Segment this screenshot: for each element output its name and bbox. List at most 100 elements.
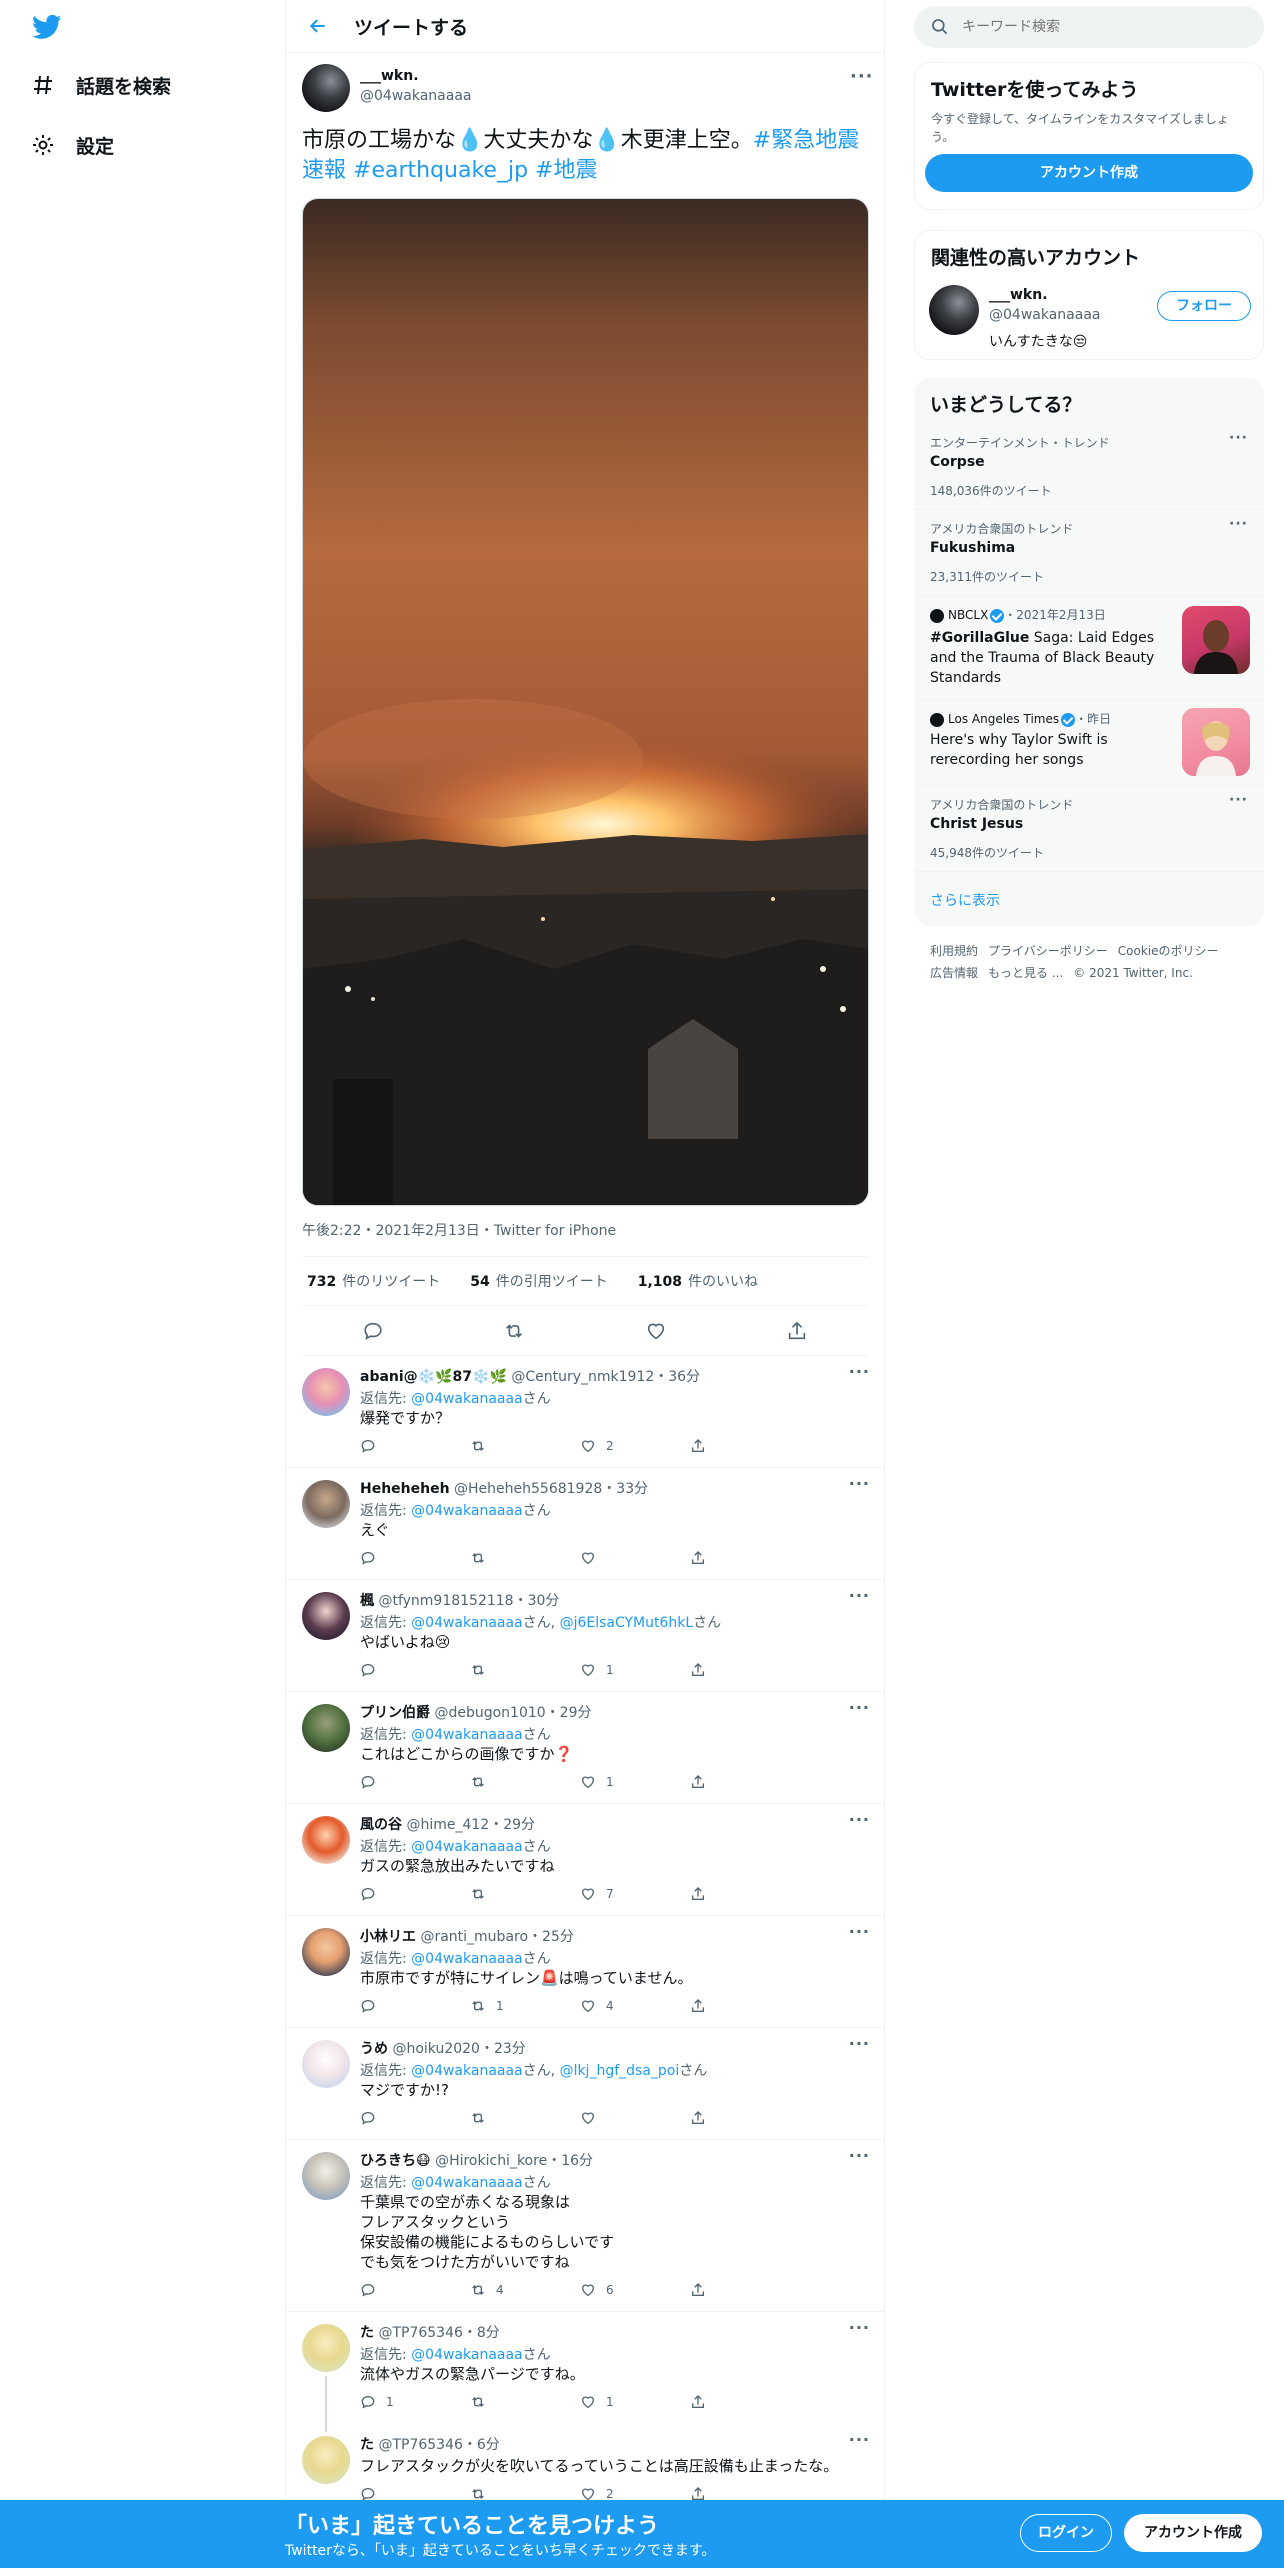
quotes-stat[interactable]: 54 件の引用ツイート (470, 1271, 607, 1291)
hashtag-link[interactable]: #地震 (535, 158, 597, 183)
more-icon[interactable]: ··· (849, 1586, 870, 1605)
reply-icon[interactable] (360, 1662, 470, 1678)
reply-author-handle[interactable]: @debugon1010 (434, 1705, 545, 1721)
tweet-author-handle[interactable]: @04wakanaaaa (360, 88, 471, 104)
reply-tweet[interactable]: ひろきち😷 @Hirokichi_kore・16分 ··· 返信先: @04waka… (286, 2140, 886, 2312)
trend-item[interactable]: エンターテインメント・トレンド Corpse 148,036件のツイート ··· (914, 424, 1264, 510)
reply-author-handle[interactable]: @tfynm918152118 (378, 1593, 513, 1609)
reply-tweet[interactable]: 風の谷 @hime_412・29分 ··· 返信先: @04wakanaaaaさんガ… (286, 1804, 886, 1916)
create-account-button[interactable]: アカウント作成 (925, 154, 1253, 192)
reply-author-handle[interactable]: @TP765346 (378, 2325, 462, 2341)
reply-time[interactable]: 36分 (668, 1369, 700, 1385)
share-icon[interactable] (690, 1886, 800, 1902)
trend-item[interactable]: アメリカ合衆国のトレンド Fukushima 23,311件のツイート ··· (914, 510, 1264, 596)
nav-settings[interactable]: 設定 (30, 125, 114, 165)
share-icon[interactable] (690, 1550, 800, 1566)
search-box[interactable] (914, 6, 1264, 48)
avatar[interactable] (302, 2040, 350, 2088)
reply-icon[interactable] (360, 1774, 470, 1790)
share-icon[interactable] (690, 1438, 800, 1454)
avatar[interactable] (302, 2436, 350, 2484)
news-item[interactable]: NBCLX ・2021年2月13日 #GorillaGlue Saga: Laid… (914, 596, 1264, 700)
mention-link[interactable]: @04wakanaaaa (411, 1391, 522, 1407)
avatar[interactable] (302, 1480, 350, 1528)
reply-time[interactable]: 16分 (561, 2153, 593, 2169)
mention-link[interactable]: @04wakanaaaa (411, 1727, 522, 1743)
like-icon[interactable]: 4 (580, 1998, 690, 2014)
retweet-icon[interactable] (470, 1886, 580, 1902)
retweet-icon[interactable] (470, 1662, 580, 1678)
footer-link[interactable]: プライバシーポリシー (988, 944, 1108, 958)
retweet-icon[interactable] (470, 1550, 580, 1566)
more-icon[interactable]: ··· (849, 1922, 870, 1941)
mention-link[interactable]: @04wakanaaaa (411, 2175, 522, 2191)
retweet-icon[interactable]: 4 (470, 2282, 580, 2298)
reply-tweet[interactable]: Heheheheh @Heheheh55681928・33分 ··· 返信先: @0… (286, 1468, 886, 1580)
avatar[interactable] (302, 1816, 350, 1864)
more-icon[interactable]: ··· (1229, 792, 1248, 808)
mention-link[interactable]: @04wakanaaaa (411, 2347, 522, 2363)
reply-tweet[interactable]: た @TP765346・8分 ··· 返信先: @04wakanaaaaさん 流体やガ… (286, 2312, 886, 2424)
reply-icon[interactable] (360, 1998, 470, 2014)
more-icon[interactable]: ··· (1229, 430, 1248, 446)
mention-link[interactable]: @04wakanaaaa (411, 2063, 522, 2079)
like-icon[interactable]: 7 (580, 1886, 690, 1902)
reply-tweet[interactable]: プリン伯爵 @debugon1010・29分 ··· 返信先: @04wakanaa… (286, 1692, 886, 1804)
reply-author-name[interactable]: abani@❄️🌿87❄️🌿 (360, 1369, 507, 1385)
reply-time[interactable]: 29分 (560, 1705, 592, 1721)
reply-author-name[interactable]: 小林リエ (360, 1929, 416, 1945)
like-icon[interactable]: 1 (580, 2394, 690, 2410)
reply-author-handle[interactable]: @hoiku2020 (392, 2041, 480, 2057)
retweets-stat[interactable]: 732 件のリツイート (307, 1271, 440, 1291)
reply-author-handle[interactable]: @Hirokichi_kore (435, 2153, 547, 2169)
like-icon[interactable] (639, 1314, 673, 1348)
reply-tweet[interactable]: abani@❄️🌿87❄️🌿 @Century_nmk1912・36分 ··· 返信… (286, 1356, 886, 1468)
reply-time[interactable]: 30分 (528, 1593, 560, 1609)
share-icon[interactable] (780, 1314, 814, 1348)
mention-link[interactable]: @04wakanaaaa (411, 1839, 522, 1855)
retweet-icon[interactable] (470, 2394, 580, 2410)
mention-link[interactable]: @04wakanaaaa (411, 1503, 522, 1519)
signup-button[interactable]: アカウント作成 (1124, 2514, 1262, 2552)
reply-time[interactable]: 25分 (542, 1929, 574, 1945)
avatar[interactable] (302, 1368, 350, 1416)
hashtag-link[interactable]: #earthquake_jp (353, 158, 528, 183)
share-icon[interactable] (690, 1662, 800, 1678)
reply-time[interactable]: 6分 (477, 2437, 500, 2453)
reply-icon[interactable]: 1 (360, 2394, 470, 2410)
reply-time[interactable]: 8分 (477, 2325, 500, 2341)
avatar[interactable] (302, 64, 350, 112)
mention-link[interactable]: @j6ElsaCYMut6hkL (560, 1615, 694, 1631)
reply-author-handle[interactable]: @ranti_mubaro (420, 1929, 528, 1945)
retweet-icon[interactable]: 1 (470, 1998, 580, 2014)
login-button[interactable]: ログイン (1020, 2514, 1112, 2552)
avatar[interactable] (302, 2324, 350, 2372)
retweet-icon[interactable] (470, 1774, 580, 1790)
avatar[interactable] (302, 1592, 350, 1640)
tweet-photo[interactable] (302, 198, 869, 1206)
retweet-icon[interactable] (497, 1314, 531, 1348)
share-icon[interactable] (690, 2394, 800, 2410)
reply-icon[interactable] (360, 1550, 470, 1566)
footer-link[interactable]: 利用規約 (930, 944, 978, 958)
more-icon[interactable]: ··· (849, 1362, 870, 1381)
mention-link[interactable]: @lkj_hgf_dsa_poi (560, 2063, 680, 2079)
like-icon[interactable]: 1 (580, 1662, 690, 1678)
more-icon[interactable]: ··· (849, 2034, 870, 2053)
search-input[interactable] (962, 19, 1242, 35)
more-icon[interactable]: ··· (849, 1474, 870, 1493)
share-icon[interactable] (690, 1774, 800, 1790)
relevant-account-name[interactable]: ___wkn. (989, 287, 1048, 303)
news-item[interactable]: Los Angeles Times ・昨日 Here's why Taylor S… (914, 700, 1264, 786)
reply-author-handle[interactable]: @TP765346 (378, 2437, 462, 2453)
follow-button[interactable]: フォロー (1157, 291, 1251, 321)
show-more-link[interactable]: さらに表示 (930, 890, 1000, 910)
share-icon[interactable] (690, 2110, 800, 2126)
tweet-author-name[interactable]: ___wkn. (360, 68, 419, 84)
reply-icon[interactable] (360, 2110, 470, 2126)
like-icon[interactable] (580, 1550, 690, 1566)
reply-tweet[interactable]: うめ @hoiku2020・23分 ··· 返信先: @04wakanaaaaさん,… (286, 2028, 886, 2140)
more-icon[interactable]: ··· (849, 2430, 870, 2449)
avatar[interactable] (302, 1928, 350, 1976)
reply-tweet[interactable]: 小林リエ @ranti_mubaro・25分 ··· 返信先: @04wakanaa… (286, 1916, 886, 2028)
